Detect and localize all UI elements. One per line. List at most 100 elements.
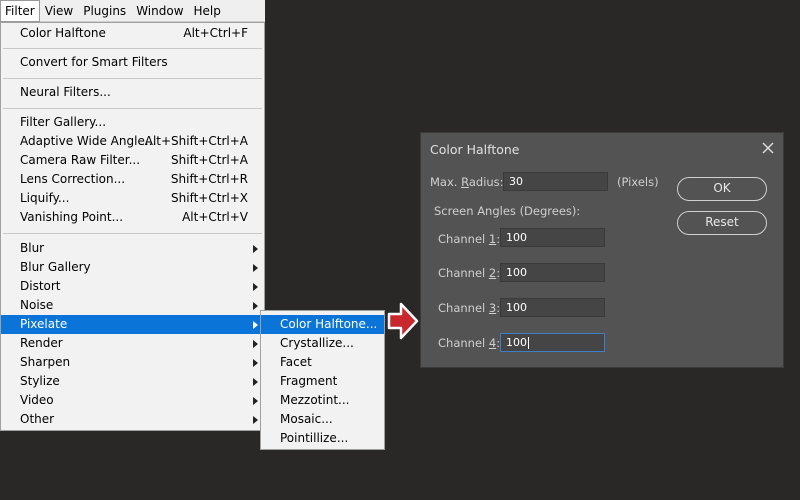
menu-item-convert-smart-filters[interactable]: Convert for Smart Filters (1, 53, 264, 72)
menu-item-label: Liquify... (20, 191, 70, 205)
menu-bar: Filter View Plugins Window Help (0, 0, 265, 22)
menu-item-distort[interactable]: Distort (1, 277, 264, 296)
menu-item-label: Blur (20, 241, 45, 255)
menu-item-shortcut: Alt+Ctrl+F (183, 26, 248, 40)
submenu-item-facet[interactable]: Facet (261, 353, 384, 372)
menu-item-camera-raw-filter[interactable]: Camera Raw Filter... Shift+Ctrl+A (1, 151, 264, 170)
menu-item-vanishing-point[interactable]: Vanishing Point... Alt+Ctrl+V (1, 208, 264, 227)
menu-item-label: Blur Gallery (20, 260, 91, 274)
menu-plugins[interactable]: Plugins (78, 0, 131, 22)
menu-item-label: Filter Gallery... (20, 115, 107, 129)
submenu-item-mezzotint[interactable]: Mezzotint... (261, 391, 384, 410)
menu-item-render[interactable]: Render (1, 334, 264, 353)
menu-item-label: Neural Filters... (20, 85, 111, 99)
submenu-arrow-icon (253, 302, 258, 310)
menu-item-label: Pixelate (20, 317, 68, 331)
submenu-arrow-icon (253, 283, 258, 291)
menu-separator (3, 48, 262, 49)
menu-view[interactable]: View (40, 0, 78, 22)
menu-filter[interactable]: Filter (0, 0, 40, 22)
menu-item-label: Convert for Smart Filters (20, 55, 168, 69)
channel-2-label: Channel 2: (438, 266, 501, 280)
menu-item-label: Stylize (20, 374, 60, 388)
menu-item-shortcut: Shift+Ctrl+R (170, 172, 248, 186)
submenu-item-color-halftone[interactable]: Color Halftone... (261, 315, 384, 334)
menu-separator (3, 78, 262, 79)
menu-item-blur-gallery[interactable]: Blur Gallery (1, 258, 264, 277)
menu-item-label: Vanishing Point... (20, 210, 124, 224)
submenu-arrow-icon (253, 321, 258, 329)
menu-item-stylize[interactable]: Stylize (1, 372, 264, 391)
filter-dropdown-menu: Color Halftone Alt+Ctrl+F Convert for Sm… (0, 22, 265, 431)
menu-item-shortcut: Alt+Shift+Ctrl+A (144, 134, 248, 148)
menu-item-label: Mezzotint... (280, 393, 350, 407)
channel-4-input[interactable]: 100 (500, 333, 605, 352)
menu-item-label: Fragment (280, 374, 338, 388)
submenu-item-fragment[interactable]: Fragment (261, 372, 384, 391)
menu-item-label: Facet (280, 355, 312, 369)
submenu-item-crystallize[interactable]: Crystallize... (261, 334, 384, 353)
max-radius-label: Max. Radius: (430, 175, 504, 189)
dialog-title: Color Halftone (430, 142, 520, 157)
submenu-arrow-icon (253, 416, 258, 424)
menu-item-pixelate[interactable]: Pixelate (1, 315, 264, 334)
submenu-arrow-icon (253, 340, 258, 348)
submenu-item-mosaic[interactable]: Mosaic... (261, 410, 384, 429)
menu-item-lens-correction[interactable]: Lens Correction... Shift+Ctrl+R (1, 170, 264, 189)
menu-item-label: Noise (20, 298, 54, 312)
submenu-arrow-icon (253, 397, 258, 405)
menu-item-neural-filters[interactable]: Neural Filters... (1, 83, 264, 102)
submenu-arrow-icon (253, 359, 258, 367)
menu-item-shortcut: Alt+Ctrl+V (182, 210, 248, 224)
menu-item-label: Color Halftone... (280, 317, 378, 331)
channel-4-label: Channel 4: (438, 336, 501, 350)
menu-item-liquify[interactable]: Liquify... Shift+Ctrl+X (1, 189, 264, 208)
menu-item-blur[interactable]: Blur (1, 239, 264, 258)
menu-help[interactable]: Help (189, 0, 226, 22)
menu-item-label: Sharpen (20, 355, 71, 369)
menu-item-label: Camera Raw Filter... (20, 153, 141, 167)
channel-2-input[interactable]: 100 (500, 263, 605, 282)
menu-item-label: Lens Correction... (20, 172, 126, 186)
close-icon[interactable] (761, 141, 775, 155)
menu-item-label: Color Halftone (20, 26, 106, 40)
menu-item-last-filter[interactable]: Color Halftone Alt+Ctrl+F (1, 24, 264, 43)
menu-item-label: Crystallize... (280, 336, 354, 350)
menu-item-label: Render (20, 336, 63, 350)
menu-item-label: Adaptive Wide Angle... (20, 134, 157, 148)
ok-button[interactable]: OK (677, 177, 767, 201)
channel-1-label: Channel 1: (438, 232, 501, 246)
menu-item-other[interactable]: Other (1, 410, 264, 429)
text-caret (528, 337, 529, 349)
menu-item-shortcut: Shift+Ctrl+A (171, 153, 248, 167)
channel-1-input[interactable]: 100 (500, 228, 605, 247)
menu-separator (3, 233, 262, 234)
menu-item-label: Mosaic... (280, 412, 333, 426)
menu-item-shortcut: Shift+Ctrl+X (171, 191, 248, 205)
red-arrow-icon (387, 302, 419, 340)
max-radius-input[interactable]: 30 (503, 172, 608, 191)
menu-item-noise[interactable]: Noise (1, 296, 264, 315)
submenu-arrow-icon (253, 264, 258, 272)
menu-window[interactable]: Window (131, 0, 188, 22)
color-halftone-dialog: Color Halftone Max. Radius: 30 (Pixels) … (420, 132, 784, 368)
menu-separator (3, 108, 262, 109)
submenu-arrow-icon (253, 378, 258, 386)
pixelate-submenu: Color Halftone... Crystallize... Facet F… (260, 310, 385, 450)
screen-angles-label: Screen Angles (Degrees): (434, 204, 581, 218)
menu-item-adaptive-wide-angle[interactable]: Adaptive Wide Angle... Alt+Shift+Ctrl+A (1, 132, 264, 151)
submenu-item-pointillize[interactable]: Pointillize... (261, 429, 384, 448)
channel-3-label: Channel 3: (438, 301, 501, 315)
channel-3-input[interactable]: 100 (500, 298, 605, 317)
menu-item-label: Pointillize... (280, 431, 349, 445)
submenu-arrow-icon (253, 245, 258, 253)
menu-item-label: Distort (20, 279, 61, 293)
menu-item-label: Video (20, 393, 54, 407)
channel-4-value: 100 (506, 336, 527, 349)
menu-item-sharpen[interactable]: Sharpen (1, 353, 264, 372)
menu-item-label: Other (20, 412, 55, 426)
menu-item-filter-gallery[interactable]: Filter Gallery... (1, 113, 264, 132)
pixels-unit-label: (Pixels) (617, 175, 659, 189)
reset-button[interactable]: Reset (677, 211, 767, 235)
menu-item-video[interactable]: Video (1, 391, 264, 410)
